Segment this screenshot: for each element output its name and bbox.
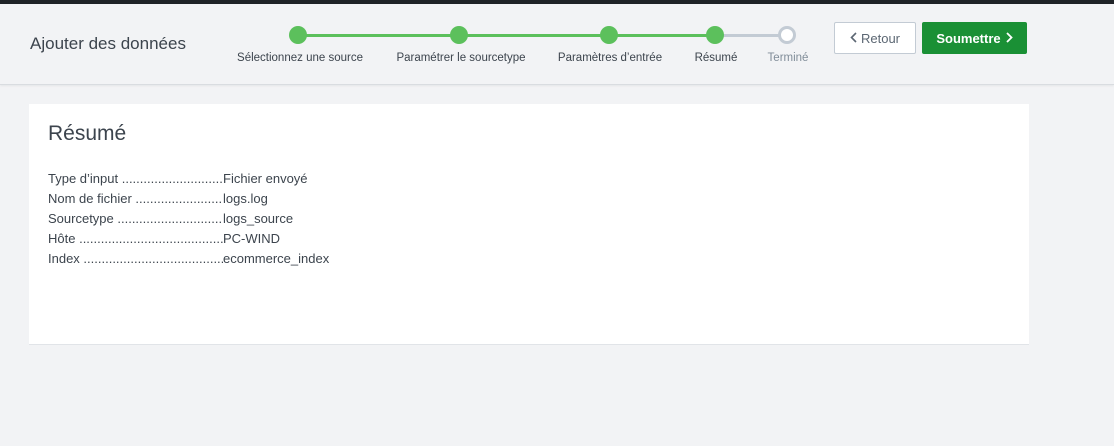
summary-key: Index <box>48 251 223 266</box>
step-label-source: Sélectionnez une source <box>237 52 363 64</box>
step-connector <box>715 34 787 37</box>
step-connector <box>609 34 715 37</box>
summary-row-host: Hôte PC-WIND <box>48 228 329 248</box>
step-connector <box>459 34 609 37</box>
submit-button[interactable]: Soumettre <box>922 22 1027 54</box>
wizard-header: Ajouter des données Sélectionnez une sou… <box>0 4 1114 85</box>
chevron-right-icon <box>1006 31 1013 45</box>
summary-key: Type d’input <box>48 171 223 186</box>
step-label-sourcetype: Paramétrer le sourcetype <box>396 52 526 64</box>
summary-value: ecommerce_index <box>223 250 330 266</box>
summary-key: Sourcetype <box>48 211 223 226</box>
step-dot-sourcetype <box>450 26 468 44</box>
summary-row-input-type: Type d’input Fichier envoyé <box>48 168 329 188</box>
summary-value: PC-WIND <box>223 230 281 246</box>
step-dot-source <box>289 26 307 44</box>
summary-row-sourcetype: Sourcetype logs_source <box>48 208 329 228</box>
step-label-done: Terminé <box>767 52 809 64</box>
summary-value: Fichier envoyé <box>223 170 308 186</box>
chevron-left-icon <box>850 31 857 45</box>
step-label-input-settings: Paramètres d’entrée <box>557 52 663 64</box>
step-dot-done <box>778 26 796 44</box>
back-button-label: Retour <box>860 30 901 46</box>
summary-key: Nom de fichier <box>48 191 223 206</box>
summary-row-file-name: Nom de fichier logs.log <box>48 188 329 208</box>
step-dot-summary <box>706 26 724 44</box>
summary-row-index: Index ecommerce_index <box>48 248 329 268</box>
back-button[interactable]: Retour <box>834 22 916 54</box>
summary-card: Résumé Type d’input Fichier envoyé Nom d… <box>29 104 1029 345</box>
submit-button-label: Soumettre <box>936 30 1001 46</box>
summary-key: Hôte <box>48 231 223 246</box>
step-connector <box>298 34 459 37</box>
summary-value: logs_source <box>223 210 294 226</box>
step-dot-input-settings <box>600 26 618 44</box>
summary-value: logs.log <box>223 190 268 206</box>
step-label-summary: Résumé <box>694 52 738 64</box>
summary-list: Type d’input Fichier envoyé Nom de fichi… <box>48 168 329 268</box>
summary-title: Résumé <box>48 122 127 145</box>
